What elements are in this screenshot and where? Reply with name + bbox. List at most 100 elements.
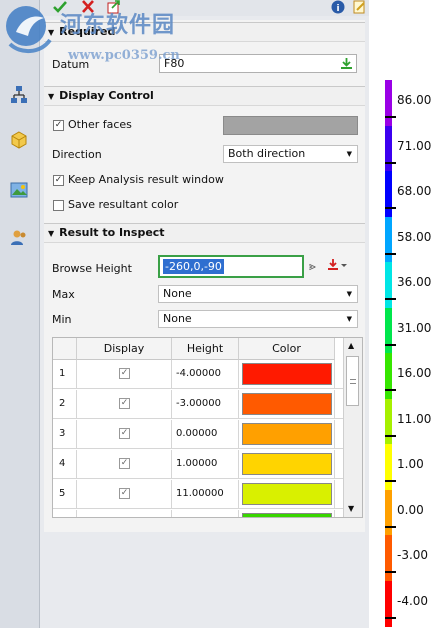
browse-height-input[interactable]: -260,0,-90 <box>158 255 304 278</box>
table-row[interactable]: 6✓16.00000 <box>53 510 343 517</box>
svg-text:i: i <box>336 4 339 14</box>
row-color-swatch[interactable] <box>242 423 332 445</box>
row-color-swatch[interactable] <box>242 513 332 517</box>
row-color-cell <box>239 360 335 389</box>
row-index: 5 <box>53 480 77 509</box>
scale-color-band <box>385 171 392 217</box>
display-control-header-label: Display Control <box>59 89 154 102</box>
row-height[interactable]: 16.00000 <box>172 510 239 517</box>
cube-icon[interactable] <box>9 130 29 150</box>
table-row[interactable]: 5 ✓ 11.00000 <box>53 480 343 509</box>
scale-label: 0.00 <box>397 502 424 517</box>
row-height[interactable]: -3.00000 <box>172 390 239 419</box>
scale-tick <box>385 480 396 482</box>
scale-tick <box>385 252 396 255</box>
result-inspect-header[interactable]: ▼ Result to Inspect <box>44 223 365 243</box>
scale-label: -3.00 <box>397 548 429 562</box>
scroll-down-icon[interactable]: ▼ <box>348 504 354 513</box>
scale-color-band <box>385 216 392 263</box>
scale-tick <box>385 389 396 391</box>
tree-icon[interactable] <box>9 85 29 105</box>
watermark-title: 河东软件园 <box>60 12 176 38</box>
height-color-table: Display Height Color 1 ✓ -4.00000 2 ✓ -3.0000… <box>52 337 363 518</box>
scale-tick <box>385 298 396 300</box>
collapse-triangle-icon: ▼ <box>48 229 55 238</box>
min-label: Min <box>52 313 72 326</box>
datum-pick-icon[interactable] <box>340 57 353 75</box>
table-row[interactable]: 1 ✓ -4.00000 <box>53 360 343 389</box>
row-display-checkbox[interactable]: ✓ <box>119 428 130 439</box>
row-index: 6 <box>53 510 77 517</box>
scale-label: 86.00 <box>397 93 432 107</box>
row-index: 1 <box>53 360 77 389</box>
users-icon[interactable] <box>9 228 29 248</box>
scale-color-band <box>385 307 392 354</box>
info-icon[interactable]: i <box>330 0 346 14</box>
scale-tick <box>385 116 396 118</box>
row-display-cell: ✓ <box>77 390 172 419</box>
scale-label: -4.00 <box>397 593 429 608</box>
min-select[interactable]: None ▼ <box>158 310 358 328</box>
row-display-checkbox[interactable]: ✓ <box>119 458 130 469</box>
max-select[interactable]: None ▼ <box>158 285 358 303</box>
row-color-swatch[interactable] <box>242 453 332 475</box>
scale-label: 71.00 <box>397 138 432 153</box>
row-color-cell <box>239 390 335 419</box>
scale-tick <box>385 161 396 164</box>
column-header-height[interactable]: Height <box>172 338 239 360</box>
table-row[interactable]: 4 ✓ 1.00000 <box>53 450 343 479</box>
keep-analysis-checkbox[interactable]: ✓ <box>53 175 64 186</box>
datum-field[interactable]: F80 <box>159 54 357 73</box>
table-row[interactable]: 3 ✓ 0.00000 <box>53 420 343 449</box>
scale-label: 16.00 <box>397 366 432 380</box>
row-color-swatch[interactable] <box>242 483 332 505</box>
scale-label: 68.00 <box>397 184 432 198</box>
scale-label: 11.00 <box>397 411 432 426</box>
scroll-up-icon[interactable]: ▲ <box>348 341 354 350</box>
double-chevron-icon[interactable]: ⪢ <box>309 259 316 274</box>
scale-tick <box>385 616 396 619</box>
row-index: 3 <box>53 420 77 449</box>
scrollbar-thumb[interactable] <box>346 356 359 406</box>
row-display-checkbox[interactable]: ✓ <box>119 368 130 379</box>
scale-tick <box>385 525 396 528</box>
row-color-cell <box>239 480 335 509</box>
column-header-display[interactable]: Display <box>77 338 172 360</box>
scale-color-band <box>385 262 392 308</box>
other-faces-checkbox[interactable]: ✓ <box>53 120 64 131</box>
other-faces-color-swatch[interactable] <box>223 116 358 135</box>
row-height[interactable]: 0.00000 <box>172 420 239 449</box>
row-height[interactable]: 11.00000 <box>172 480 239 509</box>
edit-icon[interactable] <box>352 0 368 14</box>
display-control-header[interactable]: ▼ Display Control <box>44 86 365 106</box>
keep-analysis-label: Keep Analysis result window <box>68 173 224 186</box>
pick-point-icon[interactable] <box>327 258 347 275</box>
save-color-label: Save resultant color <box>68 198 179 211</box>
max-value: None <box>163 287 192 300</box>
direction-value: Both direction <box>228 147 306 160</box>
scale-tick <box>385 571 396 573</box>
table-vertical-scrollbar[interactable]: ▲ ▼ <box>343 338 362 517</box>
chevron-down-icon: ▼ <box>346 315 352 323</box>
row-color-swatch[interactable] <box>242 393 332 415</box>
row-height[interactable]: 1.00000 <box>172 450 239 479</box>
watermark-url: www.pc0359.cn <box>68 48 180 63</box>
left-tool-strip <box>0 0 40 628</box>
scale-color-band <box>385 580 392 627</box>
direction-label: Direction <box>52 148 102 161</box>
row-color-swatch[interactable] <box>242 363 332 385</box>
image-icon[interactable] <box>9 180 29 200</box>
row-display-cell: ✓ <box>77 360 172 389</box>
analysis-panel: ▼ Required Datum F80 ▼ Display Control ✓ O… <box>40 16 369 628</box>
result-inspect-header-label: Result to Inspect <box>59 226 165 239</box>
row-height[interactable]: -4.00000 <box>172 360 239 389</box>
row-display-checkbox[interactable]: ✓ <box>119 488 130 499</box>
direction-select[interactable]: Both direction ▼ <box>223 145 358 163</box>
scale-color-band <box>385 444 392 490</box>
table-row[interactable]: 2 ✓ -3.00000 <box>53 390 343 419</box>
scale-label: 1.00 <box>397 457 424 471</box>
row-display-checkbox[interactable]: ✓ <box>119 398 130 409</box>
column-header-color[interactable]: Color <box>239 338 335 360</box>
scale-tick <box>385 207 396 209</box>
save-color-checkbox[interactable] <box>53 200 64 211</box>
